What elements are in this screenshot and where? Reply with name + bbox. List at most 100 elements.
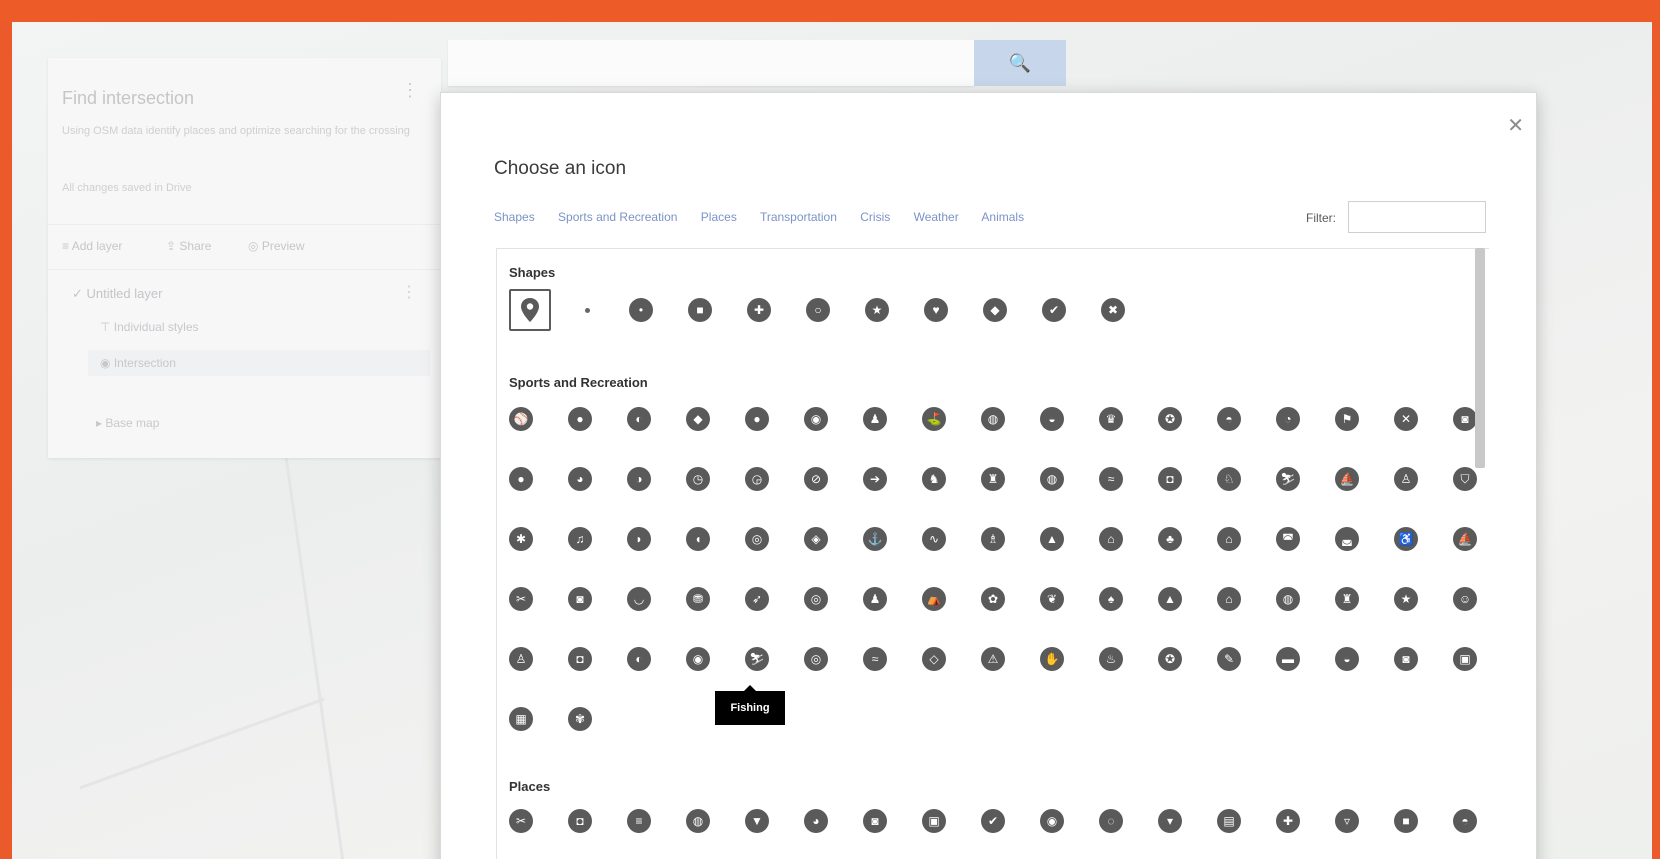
climbing-icon[interactable]: ♞ <box>922 467 946 491</box>
x-icon[interactable]: ✖ <box>1101 298 1125 322</box>
paint-icon[interactable]: ◐ <box>627 647 651 671</box>
ski-lift-icon[interactable]: ⛷ <box>745 647 769 671</box>
cycling-icon[interactable]: ◍ <box>1040 467 1064 491</box>
picnic-icon[interactable]: ⌂ <box>1099 527 1123 551</box>
list-icon[interactable]: ≡ <box>627 809 651 833</box>
flower-icon[interactable]: ✿ <box>981 587 1005 611</box>
dance-icon[interactable]: ♫ <box>568 527 592 551</box>
icon-grid[interactable]: Shapes • ■ ✚ ○ ★ ♥ ◆ ✔ ✖ Sports and Recr… <box>496 248 1489 859</box>
cabin-icon[interactable]: ⌂ <box>1217 587 1241 611</box>
dialog-scrollbar[interactable] <box>1475 248 1485 468</box>
map-description[interactable]: Using OSM data identify places and optim… <box>62 124 412 139</box>
surfing-icon[interactable]: ∿ <box>922 527 946 551</box>
kayak-icon[interactable]: ⚓ <box>863 527 887 551</box>
lungs-icon[interactable]: ◇ <box>922 647 946 671</box>
tree-icon[interactable]: ♠ <box>1099 587 1123 611</box>
snowboard-icon[interactable]: ◗ <box>627 527 651 551</box>
bus-icon[interactable]: ▬ <box>1276 647 1300 671</box>
ring-icon[interactable]: ○ <box>806 298 830 322</box>
canoe-icon[interactable]: ◡ <box>627 587 651 611</box>
fishing-icon[interactable]: ⛃ <box>686 587 710 611</box>
pharmacy-icon[interactable]: ✚ <box>1276 809 1300 833</box>
basketball-icon[interactable]: ● <box>568 407 592 431</box>
category-link-crisis[interactable]: Crisis <box>860 210 890 224</box>
layer-feature-item[interactable]: ◉ Intersection <box>88 350 430 376</box>
video-icon[interactable]: ◉ <box>1040 809 1064 833</box>
horse-icon[interactable]: ♘ <box>1217 467 1241 491</box>
category-link-transportation[interactable]: Transportation <box>760 210 837 224</box>
binoculars-icon[interactable]: ◙ <box>568 587 592 611</box>
cocktail-icon[interactable]: ▾ <box>1158 809 1182 833</box>
no-entry-icon[interactable]: ⊘ <box>804 467 828 491</box>
checkbox-icon[interactable]: ✓ <box>72 286 83 301</box>
add-layer-button[interactable]: ≡ Add layer <box>62 239 122 253</box>
layer-options-icon[interactable]: ⋮ <box>401 282 417 302</box>
checkmark-place-icon[interactable]: ✔ <box>981 809 1005 833</box>
tennis-racket-icon[interactable]: ◎ <box>804 647 828 671</box>
diamond-icon[interactable]: ◆ <box>983 298 1007 322</box>
layer-title[interactable]: ✓ Untitled layer <box>72 286 162 302</box>
mountain-icon[interactable]: ▲ <box>1158 587 1182 611</box>
museum-icon[interactable]: ◘ <box>568 647 592 671</box>
heart-icon[interactable]: ♥ <box>924 298 948 322</box>
pin-icon[interactable] <box>509 289 551 331</box>
skating-icon[interactable]: ◒ <box>1040 407 1064 431</box>
cinema-icon[interactable]: ◙ <box>1394 647 1418 671</box>
bowling-icon[interactable]: ● <box>509 467 533 491</box>
coffee-icon[interactable]: ◕ <box>804 809 828 833</box>
preview-button[interactable]: ◎ Preview <box>248 239 305 253</box>
bakery-icon[interactable]: ◓ <box>1453 809 1477 833</box>
jogging-icon[interactable]: ♟ <box>863 587 887 611</box>
gym-icon[interactable]: ◈ <box>804 527 828 551</box>
park-icon[interactable]: ♣ <box>1158 527 1182 551</box>
warning-icon[interactable]: ⚠ <box>981 647 1005 671</box>
car-icon[interactable]: ◒ <box>1335 647 1359 671</box>
search-button[interactable]: 🔍 <box>974 40 1066 86</box>
zoo-icon[interactable]: ◍ <box>1276 587 1300 611</box>
golf-icon[interactable]: ⛳ <box>922 407 946 431</box>
favorite-icon[interactable]: ★ <box>1394 587 1418 611</box>
campfire-icon[interactable]: ♨ <box>1099 647 1123 671</box>
category-link-weather[interactable]: Weather <box>914 210 959 224</box>
filter-input[interactable] <box>1348 201 1486 233</box>
camera-icon[interactable]: ◙ <box>863 809 887 833</box>
category-link-sports[interactable]: Sports and Recreation <box>558 210 677 224</box>
search-input[interactable] <box>448 40 974 86</box>
cup-icon[interactable]: ▼ <box>745 809 769 833</box>
flag-icon[interactable]: ⚑ <box>1335 407 1359 431</box>
trophy-icon[interactable]: ♛ <box>1099 407 1123 431</box>
ticket-icon[interactable]: ▣ <box>1453 647 1477 671</box>
bicycle-icon[interactable]: ◍ <box>981 407 1005 431</box>
running-icon[interactable]: ♟ <box>863 407 887 431</box>
hiking-icon[interactable]: ♜ <box>981 467 1005 491</box>
motorbike-icon[interactable]: ◎ <box>745 527 769 551</box>
hiker-icon[interactable]: ♙ <box>509 647 533 671</box>
swim-icon[interactable]: ≈ <box>863 647 887 671</box>
tennis-icon[interactable]: ◉ <box>804 407 828 431</box>
plus-icon[interactable]: ✚ <box>747 298 771 322</box>
rugby-icon[interactable]: ● <box>745 407 769 431</box>
home-icon[interactable]: ⌂ <box>1217 527 1241 551</box>
base-map-toggle[interactable]: ▸ Base map <box>96 416 159 430</box>
category-link-shapes[interactable]: Shapes <box>494 210 535 224</box>
leaf-icon[interactable]: ❦ <box>1040 587 1064 611</box>
garden-icon[interactable]: ✾ <box>568 707 592 731</box>
trash-icon[interactable]: ▤ <box>1217 809 1241 833</box>
cross-sport-icon[interactable]: ✕ <box>1394 407 1418 431</box>
target-icon[interactable]: ◎ <box>804 587 828 611</box>
clock-icon[interactable]: ◷ <box>686 467 710 491</box>
category-link-animals[interactable]: Animals <box>981 210 1024 224</box>
skateboard-icon[interactable]: ◛ <box>1335 527 1359 551</box>
diving-icon[interactable]: ◘ <box>1158 467 1182 491</box>
tools-icon[interactable]: ✂ <box>509 587 533 611</box>
gallery-icon[interactable]: ▦ <box>509 707 533 731</box>
bank-icon[interactable]: ◘ <box>568 809 592 833</box>
wrench-icon[interactable]: ✎ <box>1217 647 1241 671</box>
check-icon[interactable]: ✔ <box>1042 298 1066 322</box>
map-title[interactable]: Find intersection <box>62 88 194 109</box>
restaurant-icon[interactable]: ✂ <box>509 809 533 833</box>
shop-icon[interactable]: ▣ <box>922 809 946 833</box>
volleyball-icon[interactable]: ◓ <box>1217 407 1241 431</box>
shield-icon[interactable]: ⛉ <box>1453 467 1477 491</box>
hunting-icon[interactable]: ◖ <box>686 527 710 551</box>
